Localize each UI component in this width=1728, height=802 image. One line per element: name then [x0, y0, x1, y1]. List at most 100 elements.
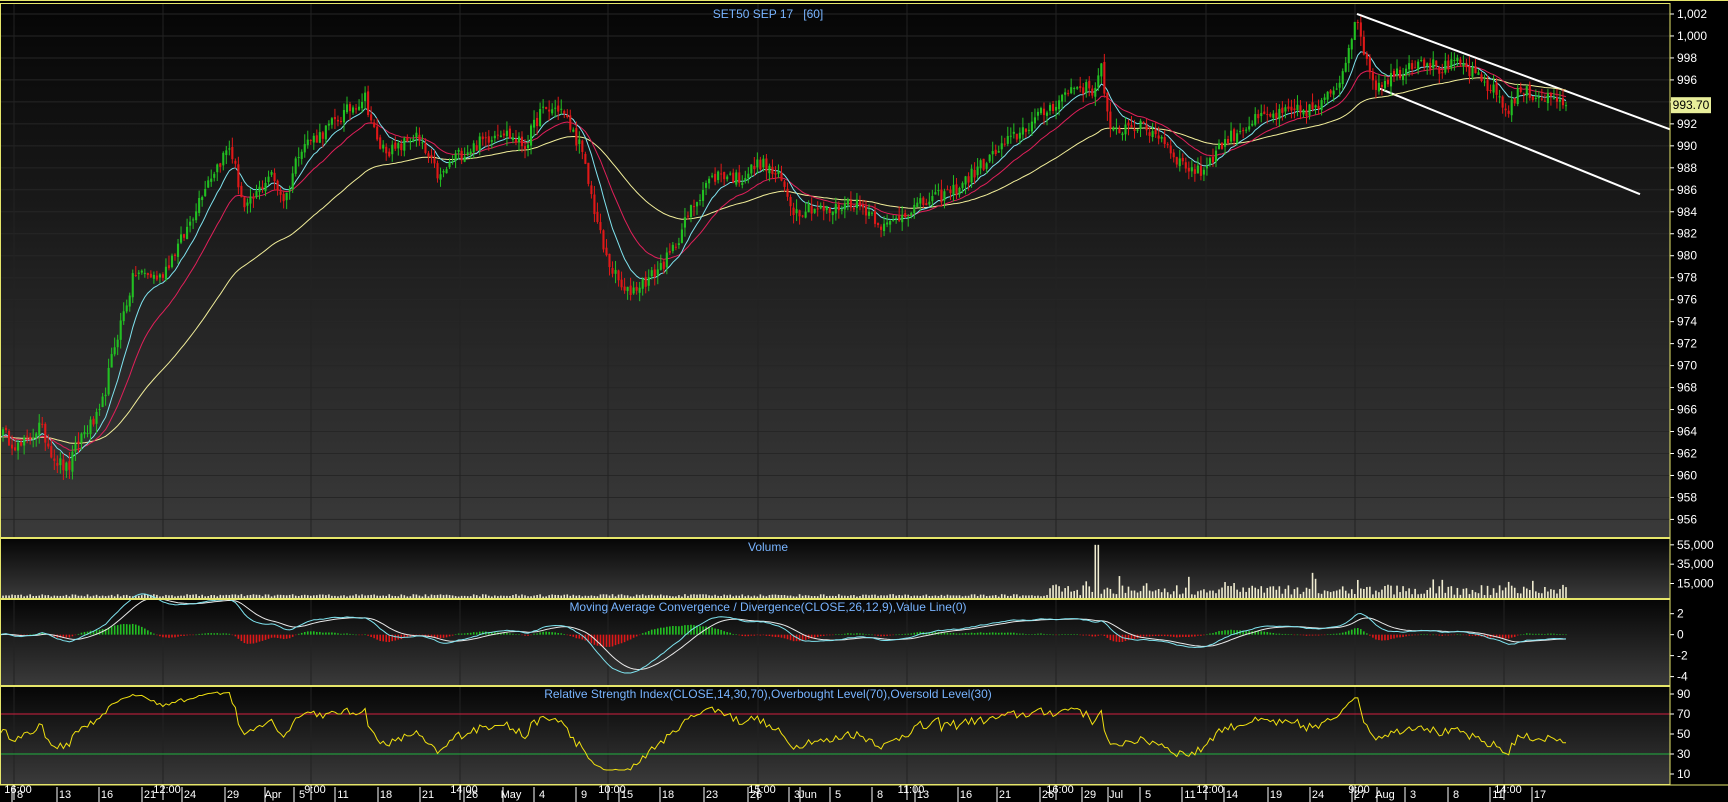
volume-bar	[1052, 585, 1054, 598]
price-y-tick-label: 962	[1677, 446, 1697, 460]
candle-body	[1549, 93, 1552, 97]
macd-histogram-bar	[1299, 634, 1302, 636]
volume-bar	[868, 595, 870, 598]
price-y-tick-label: 972	[1677, 337, 1697, 351]
volume-bar	[1130, 590, 1133, 598]
price-y-tick-label: 976	[1677, 293, 1697, 307]
candle-body	[557, 105, 560, 112]
candle-body	[674, 246, 677, 248]
candle-body	[517, 136, 521, 143]
macd-histogram-bar	[1000, 632, 1003, 635]
macd-histogram-bar	[1049, 634, 1051, 635]
macd-histogram-bar	[1305, 634, 1308, 636]
macd-histogram-bar	[1438, 634, 1441, 636]
candle-body	[1344, 62, 1347, 72]
candle-body	[104, 394, 107, 397]
volume-bar	[1456, 587, 1459, 598]
macd-histogram-bar	[264, 634, 267, 640]
volume-bar	[1212, 590, 1214, 598]
candle-body	[228, 148, 231, 150]
volume-bar	[952, 595, 955, 598]
macd-histogram-bar	[913, 632, 916, 635]
candle-body	[68, 461, 71, 470]
volume-bar	[647, 595, 650, 598]
candle-body	[982, 158, 985, 170]
volume-bar	[1432, 579, 1435, 598]
candle-body	[1205, 166, 1208, 169]
candle-body	[656, 269, 659, 276]
candle-body	[285, 192, 288, 201]
macd-histogram-bar	[1426, 634, 1429, 636]
volume-bar	[1492, 588, 1495, 598]
macd-histogram-bar	[1396, 634, 1398, 638]
candle-body	[584, 153, 587, 164]
macd-histogram-bar	[738, 634, 741, 636]
candle-body	[1353, 22, 1356, 40]
volume-bar	[379, 595, 381, 598]
volume-bar	[1538, 592, 1540, 598]
candle-body	[1516, 88, 1519, 105]
candle-body	[1042, 108, 1046, 116]
macd-histogram-bar	[267, 634, 270, 639]
macd-histogram-bar	[1471, 634, 1474, 636]
candle-body	[140, 270, 143, 273]
candle-body	[1160, 136, 1163, 139]
volume-bar	[1043, 595, 1045, 598]
candle-body	[1091, 88, 1094, 96]
volume-bar	[1438, 586, 1441, 598]
macd-histogram-bar	[997, 632, 1000, 635]
volume-bar	[478, 596, 481, 598]
volume-bar	[291, 594, 294, 598]
volume-bar	[1055, 584, 1057, 598]
volume-bar	[967, 595, 970, 598]
macd-histogram-bar	[144, 628, 146, 635]
candle-body	[1335, 88, 1338, 90]
volume-bar	[1278, 586, 1281, 598]
candle-body	[1531, 96, 1534, 101]
volume-bar	[231, 594, 234, 598]
macd-histogram-bar	[813, 634, 816, 638]
volume-bar	[744, 596, 747, 598]
macd-histogram-bar	[666, 626, 668, 635]
candle-body	[294, 158, 297, 174]
macd-histogram-bar	[678, 626, 680, 635]
volume-bar	[430, 594, 433, 598]
macd-histogram-bar	[566, 634, 569, 636]
volume-bar	[641, 594, 644, 598]
candle-body	[1398, 69, 1402, 79]
candle-body	[448, 161, 451, 168]
candle-body	[1115, 128, 1118, 130]
candle-body	[475, 145, 478, 151]
volume-bar	[1308, 588, 1311, 598]
macd-histogram-bar	[723, 631, 725, 635]
macd-histogram-bar	[509, 633, 511, 635]
volume-bar	[35, 595, 38, 598]
candle-body	[726, 176, 729, 180]
macd-histogram-bar	[850, 633, 852, 635]
volume-bar	[581, 596, 584, 598]
macd-histogram-bar	[741, 634, 744, 636]
candle-body	[41, 423, 44, 425]
candle-body	[1157, 135, 1160, 139]
x-axis-date-label: 8	[1453, 789, 1459, 801]
volume-bar	[328, 594, 330, 598]
candle-body	[587, 162, 590, 184]
volume-bar	[1411, 594, 1413, 598]
macd-histogram-bar	[439, 634, 442, 639]
macd-histogram-bar	[1369, 634, 1371, 636]
macd-histogram-bar	[611, 634, 614, 647]
candle-body	[361, 102, 364, 109]
macd-histogram-bar	[530, 634, 532, 636]
macd-histogram-bar	[273, 634, 276, 638]
candle-body	[198, 198, 201, 213]
macd-y-tick-label: -4	[1677, 670, 1688, 684]
macd-histogram-bar	[1550, 633, 1552, 635]
macd-histogram-bar	[506, 632, 508, 635]
macd-histogram-bar	[234, 634, 237, 637]
candle-body	[38, 422, 41, 435]
volume-bar	[322, 594, 324, 598]
volume-bar	[1556, 593, 1558, 598]
macd-histogram-bar	[1178, 634, 1181, 638]
candle-body	[714, 173, 717, 182]
candle-body	[1151, 131, 1154, 138]
